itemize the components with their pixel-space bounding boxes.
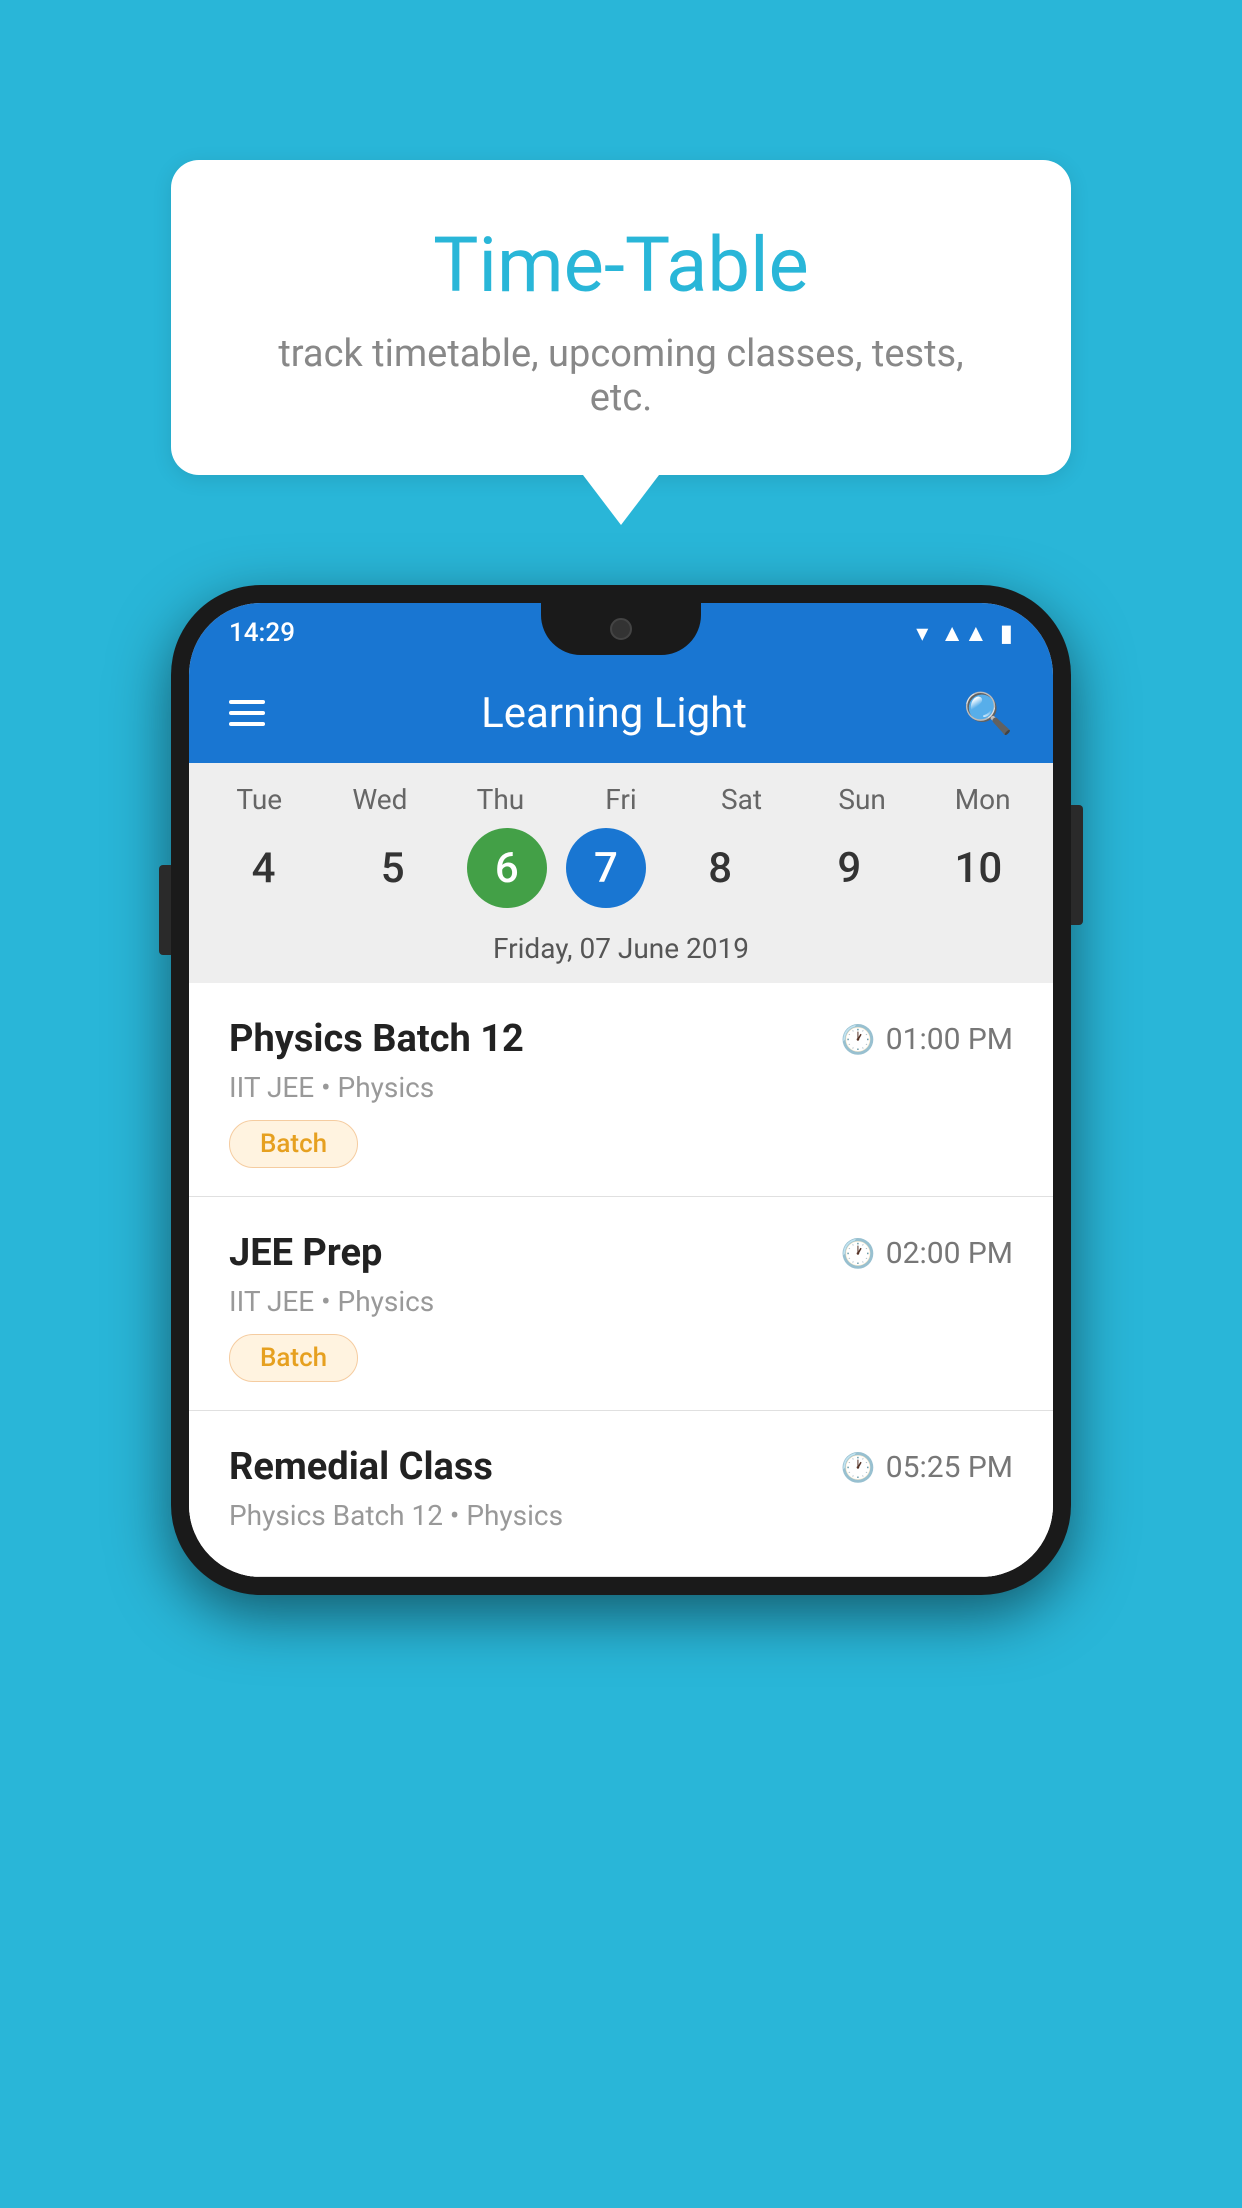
day-header-thu: Thu — [445, 783, 555, 816]
schedule-item-sub-2: IIT JEE • Physics — [229, 1285, 1013, 1318]
day-header-sat: Sat — [687, 783, 797, 816]
speech-bubble-wrapper: Time-Table track timetable, upcoming cla… — [171, 160, 1071, 525]
day-header-sun: Sun — [807, 783, 917, 816]
day-num-10[interactable]: 10 — [923, 828, 1033, 908]
day-num-5[interactable]: 5 — [338, 828, 448, 908]
batch-badge-1: Batch — [229, 1120, 358, 1168]
schedule-item-name-1: Physics Batch 12 — [229, 1017, 524, 1061]
app-bar-title: Learning Light — [265, 689, 963, 738]
schedule-item-header-1: Physics Batch 12 🕐 01:00 PM — [229, 1017, 1013, 1061]
schedule-item-name-2: JEE Prep — [229, 1231, 382, 1275]
selected-date-label: Friday, 07 June 2019 — [189, 924, 1053, 983]
status-icons: ▾ ▲▲ ▮ — [916, 619, 1013, 648]
day-num-8[interactable]: 8 — [665, 828, 775, 908]
schedule-item-header-3: Remedial Class 🕐 05:25 PM — [229, 1445, 1013, 1489]
speech-bubble-subtitle: track timetable, upcoming classes, tests… — [251, 332, 991, 420]
hamburger-icon[interactable] — [229, 700, 265, 726]
signal-icon: ▲▲ — [940, 619, 988, 648]
schedule-item-physics-batch[interactable]: Physics Batch 12 🕐 01:00 PM IIT JEE • Ph… — [189, 983, 1053, 1197]
day-header-wed: Wed — [325, 783, 435, 816]
status-time: 14:29 — [229, 618, 295, 648]
schedule-item-remedial[interactable]: Remedial Class 🕐 05:25 PM Physics Batch … — [189, 1411, 1053, 1577]
schedule-item-sub-3: Physics Batch 12 • Physics — [229, 1499, 1013, 1532]
phone-wrapper: 14:29 ▾ ▲▲ ▮ Learning Light 🔍 — [171, 585, 1071, 1595]
phone-camera — [610, 618, 632, 640]
day-num-4[interactable]: 4 — [209, 828, 319, 908]
schedule-item-name-3: Remedial Class — [229, 1445, 493, 1489]
clock-icon-3: 🕐 — [841, 1451, 876, 1484]
schedule-item-time-1: 🕐 01:00 PM — [841, 1022, 1013, 1057]
speech-bubble-title: Time-Table — [251, 220, 991, 310]
hamburger-line-1 — [229, 700, 265, 704]
clock-icon-2: 🕐 — [841, 1237, 876, 1270]
phone-frame: 14:29 ▾ ▲▲ ▮ Learning Light 🔍 — [171, 585, 1071, 1595]
day-num-6-today[interactable]: 6 — [467, 828, 547, 908]
day-headers: Tue Wed Thu Fri Sat Sun Mon — [189, 783, 1053, 816]
day-header-fri: Fri — [566, 783, 676, 816]
wifi-icon: ▾ — [916, 619, 928, 647]
day-header-tue: Tue — [204, 783, 314, 816]
schedule-list: Physics Batch 12 🕐 01:00 PM IIT JEE • Ph… — [189, 983, 1053, 1577]
speech-bubble-arrow — [583, 475, 659, 525]
battery-icon: ▮ — [1000, 619, 1013, 647]
schedule-item-jee-prep[interactable]: JEE Prep 🕐 02:00 PM IIT JEE • Physics Ba… — [189, 1197, 1053, 1411]
clock-icon-1: 🕐 — [841, 1023, 876, 1056]
phone-notch — [541, 603, 701, 655]
day-num-7-selected[interactable]: 7 — [566, 828, 646, 908]
schedule-item-sub-1: IIT JEE • Physics — [229, 1071, 1013, 1104]
app-bar: Learning Light 🔍 — [189, 663, 1053, 763]
schedule-item-time-3: 🕐 05:25 PM — [841, 1450, 1013, 1485]
phone-screen: 14:29 ▾ ▲▲ ▮ Learning Light 🔍 — [189, 603, 1053, 1577]
day-header-mon: Mon — [928, 783, 1038, 816]
day-numbers: 4 5 6 7 8 9 10 — [189, 816, 1053, 924]
schedule-item-time-2: 🕐 02:00 PM — [841, 1236, 1013, 1271]
phone-button-right — [1071, 805, 1083, 925]
phone-button-left — [159, 865, 171, 955]
schedule-item-header-2: JEE Prep 🕐 02:00 PM — [229, 1231, 1013, 1275]
speech-bubble-card: Time-Table track timetable, upcoming cla… — [171, 160, 1071, 475]
calendar-strip: Tue Wed Thu Fri Sat Sun Mon 4 5 6 7 8 9 … — [189, 763, 1053, 983]
hamburger-line-2 — [229, 711, 265, 715]
batch-badge-2: Batch — [229, 1334, 358, 1382]
search-icon[interactable]: 🔍 — [963, 690, 1013, 737]
hamburger-line-3 — [229, 722, 265, 726]
day-num-9[interactable]: 9 — [794, 828, 904, 908]
